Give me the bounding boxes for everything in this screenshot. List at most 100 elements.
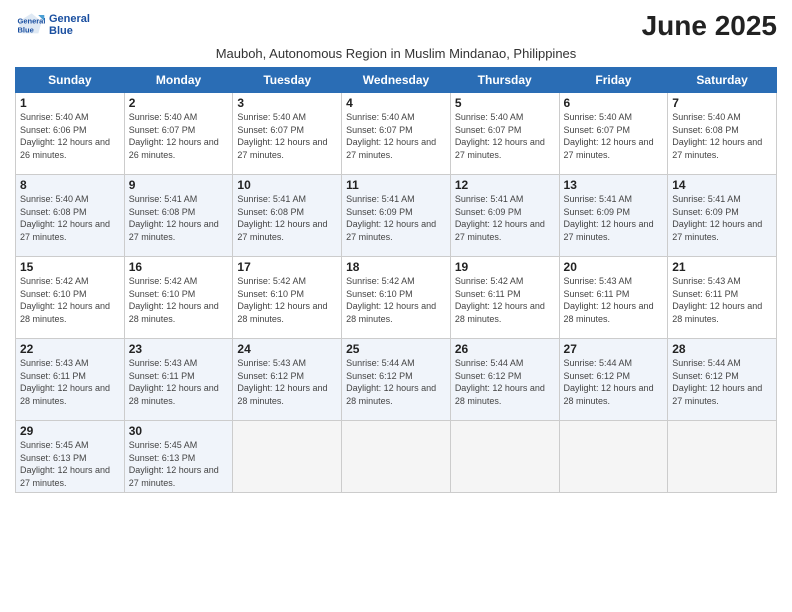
calendar-cell <box>450 421 559 493</box>
day-info: Sunrise: 5:42 AMSunset: 6:10 PMDaylight:… <box>20 276 110 324</box>
day-number: 25 <box>346 342 446 356</box>
calendar-cell: 4 Sunrise: 5:40 AMSunset: 6:07 PMDayligh… <box>342 93 451 175</box>
calendar-cell: 8 Sunrise: 5:40 AMSunset: 6:08 PMDayligh… <box>16 175 125 257</box>
day-number: 17 <box>237 260 337 274</box>
day-number: 27 <box>564 342 664 356</box>
day-number: 18 <box>346 260 446 274</box>
calendar-cell: 10 Sunrise: 5:41 AMSunset: 6:08 PMDaylig… <box>233 175 342 257</box>
day-info: Sunrise: 5:43 AMSunset: 6:11 PMDaylight:… <box>564 276 654 324</box>
header-monday: Monday <box>124 68 233 93</box>
day-number: 8 <box>20 178 120 192</box>
day-number: 1 <box>20 96 120 110</box>
calendar-cell: 19 Sunrise: 5:42 AMSunset: 6:11 PMDaylig… <box>450 257 559 339</box>
day-number: 3 <box>237 96 337 110</box>
day-number: 22 <box>20 342 120 356</box>
calendar-cell: 26 Sunrise: 5:44 AMSunset: 6:12 PMDaylig… <box>450 339 559 421</box>
week-row-4: 22 Sunrise: 5:43 AMSunset: 6:11 PMDaylig… <box>16 339 777 421</box>
day-info: Sunrise: 5:43 AMSunset: 6:11 PMDaylight:… <box>20 358 110 406</box>
svg-text:Blue: Blue <box>18 26 34 35</box>
logo-text: General Blue <box>49 13 90 37</box>
day-info: Sunrise: 5:40 AMSunset: 6:07 PMDaylight:… <box>346 112 436 160</box>
day-info: Sunrise: 5:40 AMSunset: 6:06 PMDaylight:… <box>20 112 110 160</box>
day-info: Sunrise: 5:42 AMSunset: 6:11 PMDaylight:… <box>455 276 545 324</box>
day-info: Sunrise: 5:42 AMSunset: 6:10 PMDaylight:… <box>237 276 327 324</box>
calendar-cell: 12 Sunrise: 5:41 AMSunset: 6:09 PMDaylig… <box>450 175 559 257</box>
calendar-cell: 11 Sunrise: 5:41 AMSunset: 6:09 PMDaylig… <box>342 175 451 257</box>
calendar-cell: 16 Sunrise: 5:42 AMSunset: 6:10 PMDaylig… <box>124 257 233 339</box>
calendar-cell <box>668 421 777 493</box>
calendar-cell: 9 Sunrise: 5:41 AMSunset: 6:08 PMDayligh… <box>124 175 233 257</box>
day-number: 16 <box>129 260 229 274</box>
day-info: Sunrise: 5:41 AMSunset: 6:09 PMDaylight:… <box>564 194 654 242</box>
day-info: Sunrise: 5:41 AMSunset: 6:09 PMDaylight:… <box>346 194 436 242</box>
day-number: 2 <box>129 96 229 110</box>
logo-icon: General Blue <box>15 10 45 40</box>
calendar-cell: 24 Sunrise: 5:43 AMSunset: 6:12 PMDaylig… <box>233 339 342 421</box>
day-number: 26 <box>455 342 555 356</box>
day-number: 5 <box>455 96 555 110</box>
svg-text:General: General <box>18 16 46 25</box>
header: General Blue General Blue June 2025 <box>15 10 777 42</box>
day-info: Sunrise: 5:45 AMSunset: 6:13 PMDaylight:… <box>20 440 110 488</box>
day-info: Sunrise: 5:40 AMSunset: 6:08 PMDaylight:… <box>672 112 762 160</box>
calendar-cell: 13 Sunrise: 5:41 AMSunset: 6:09 PMDaylig… <box>559 175 668 257</box>
day-info: Sunrise: 5:40 AMSunset: 6:08 PMDaylight:… <box>20 194 110 242</box>
calendar-cell: 30 Sunrise: 5:45 AMSunset: 6:13 PMDaylig… <box>124 421 233 493</box>
header-friday: Friday <box>559 68 668 93</box>
day-info: Sunrise: 5:44 AMSunset: 6:12 PMDaylight:… <box>564 358 654 406</box>
day-info: Sunrise: 5:40 AMSunset: 6:07 PMDaylight:… <box>455 112 545 160</box>
subtitle: Mauboh, Autonomous Region in Muslim Mind… <box>15 46 777 61</box>
calendar-cell: 20 Sunrise: 5:43 AMSunset: 6:11 PMDaylig… <box>559 257 668 339</box>
day-info: Sunrise: 5:44 AMSunset: 6:12 PMDaylight:… <box>672 358 762 406</box>
week-row-2: 8 Sunrise: 5:40 AMSunset: 6:08 PMDayligh… <box>16 175 777 257</box>
weekday-header-row: Sunday Monday Tuesday Wednesday Thursday… <box>16 68 777 93</box>
week-row-1: 1 Sunrise: 5:40 AMSunset: 6:06 PMDayligh… <box>16 93 777 175</box>
day-number: 7 <box>672 96 772 110</box>
calendar-cell: 27 Sunrise: 5:44 AMSunset: 6:12 PMDaylig… <box>559 339 668 421</box>
calendar-cell <box>342 421 451 493</box>
day-number: 24 <box>237 342 337 356</box>
day-number: 29 <box>20 424 120 438</box>
day-info: Sunrise: 5:42 AMSunset: 6:10 PMDaylight:… <box>346 276 436 324</box>
header-tuesday: Tuesday <box>233 68 342 93</box>
calendar-cell: 17 Sunrise: 5:42 AMSunset: 6:10 PMDaylig… <box>233 257 342 339</box>
header-sunday: Sunday <box>16 68 125 93</box>
day-info: Sunrise: 5:41 AMSunset: 6:09 PMDaylight:… <box>455 194 545 242</box>
month-title: June 2025 <box>642 10 777 42</box>
week-row-5: 29 Sunrise: 5:45 AMSunset: 6:13 PMDaylig… <box>16 421 777 493</box>
calendar-cell: 15 Sunrise: 5:42 AMSunset: 6:10 PMDaylig… <box>16 257 125 339</box>
header-saturday: Saturday <box>668 68 777 93</box>
day-info: Sunrise: 5:41 AMSunset: 6:08 PMDaylight:… <box>237 194 327 242</box>
day-number: 19 <box>455 260 555 274</box>
calendar-cell: 28 Sunrise: 5:44 AMSunset: 6:12 PMDaylig… <box>668 339 777 421</box>
day-number: 21 <box>672 260 772 274</box>
calendar-table: Sunday Monday Tuesday Wednesday Thursday… <box>15 67 777 493</box>
calendar-cell <box>559 421 668 493</box>
day-info: Sunrise: 5:44 AMSunset: 6:12 PMDaylight:… <box>455 358 545 406</box>
calendar-cell: 5 Sunrise: 5:40 AMSunset: 6:07 PMDayligh… <box>450 93 559 175</box>
day-number: 15 <box>20 260 120 274</box>
calendar-cell: 1 Sunrise: 5:40 AMSunset: 6:06 PMDayligh… <box>16 93 125 175</box>
calendar-cell: 18 Sunrise: 5:42 AMSunset: 6:10 PMDaylig… <box>342 257 451 339</box>
calendar-cell: 7 Sunrise: 5:40 AMSunset: 6:08 PMDayligh… <box>668 93 777 175</box>
day-number: 4 <box>346 96 446 110</box>
day-number: 12 <box>455 178 555 192</box>
day-number: 13 <box>564 178 664 192</box>
calendar-cell <box>233 421 342 493</box>
calendar-cell: 3 Sunrise: 5:40 AMSunset: 6:07 PMDayligh… <box>233 93 342 175</box>
calendar-cell: 21 Sunrise: 5:43 AMSunset: 6:11 PMDaylig… <box>668 257 777 339</box>
day-number: 23 <box>129 342 229 356</box>
day-number: 9 <box>129 178 229 192</box>
day-number: 10 <box>237 178 337 192</box>
day-number: 14 <box>672 178 772 192</box>
day-info: Sunrise: 5:43 AMSunset: 6:12 PMDaylight:… <box>237 358 327 406</box>
day-info: Sunrise: 5:40 AMSunset: 6:07 PMDaylight:… <box>237 112 327 160</box>
day-info: Sunrise: 5:43 AMSunset: 6:11 PMDaylight:… <box>672 276 762 324</box>
calendar-cell: 14 Sunrise: 5:41 AMSunset: 6:09 PMDaylig… <box>668 175 777 257</box>
day-info: Sunrise: 5:41 AMSunset: 6:09 PMDaylight:… <box>672 194 762 242</box>
calendar-cell: 22 Sunrise: 5:43 AMSunset: 6:11 PMDaylig… <box>16 339 125 421</box>
header-wednesday: Wednesday <box>342 68 451 93</box>
day-number: 6 <box>564 96 664 110</box>
day-info: Sunrise: 5:40 AMSunset: 6:07 PMDaylight:… <box>564 112 654 160</box>
calendar-cell: 2 Sunrise: 5:40 AMSunset: 6:07 PMDayligh… <box>124 93 233 175</box>
